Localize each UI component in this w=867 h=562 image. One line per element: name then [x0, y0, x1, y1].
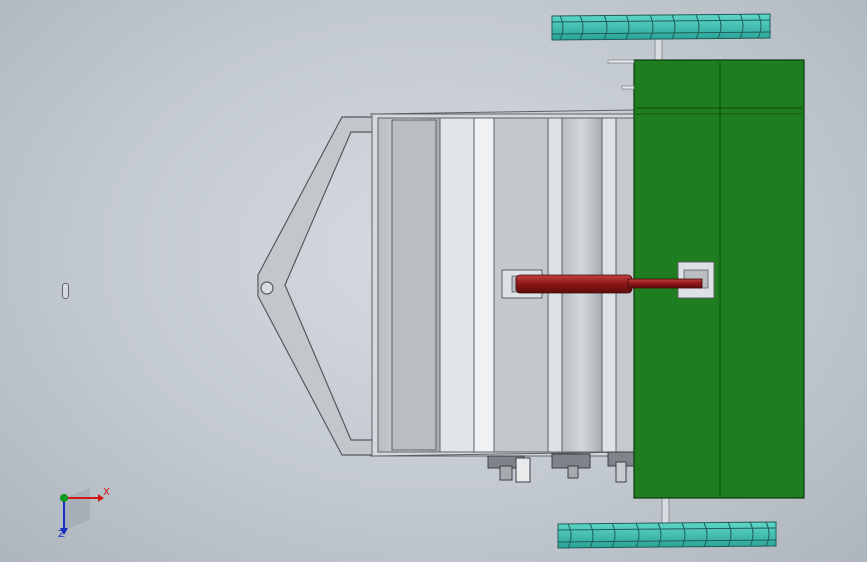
cad-viewport[interactable]: X Y Z: [0, 0, 867, 562]
bottom-wheel[interactable]: [557, 497, 777, 549]
origin-marker-icon: [62, 283, 69, 299]
hitch-tongue[interactable]: [257, 116, 381, 456]
cylinder-rod: [627, 278, 703, 289]
seeder-assembly-model[interactable]: [0, 0, 867, 562]
coordinate-triad: X Y Z: [50, 484, 120, 544]
bottom-axle: [661, 497, 670, 527]
top-wheel[interactable]: [551, 13, 771, 63]
drive-sprockets[interactable]: [487, 451, 637, 483]
triad-z-label: Z: [58, 529, 65, 540]
triad-x-label: X: [103, 487, 110, 498]
cylinder-barrel: [515, 274, 633, 294]
hitch-pin-hole: [260, 281, 274, 295]
